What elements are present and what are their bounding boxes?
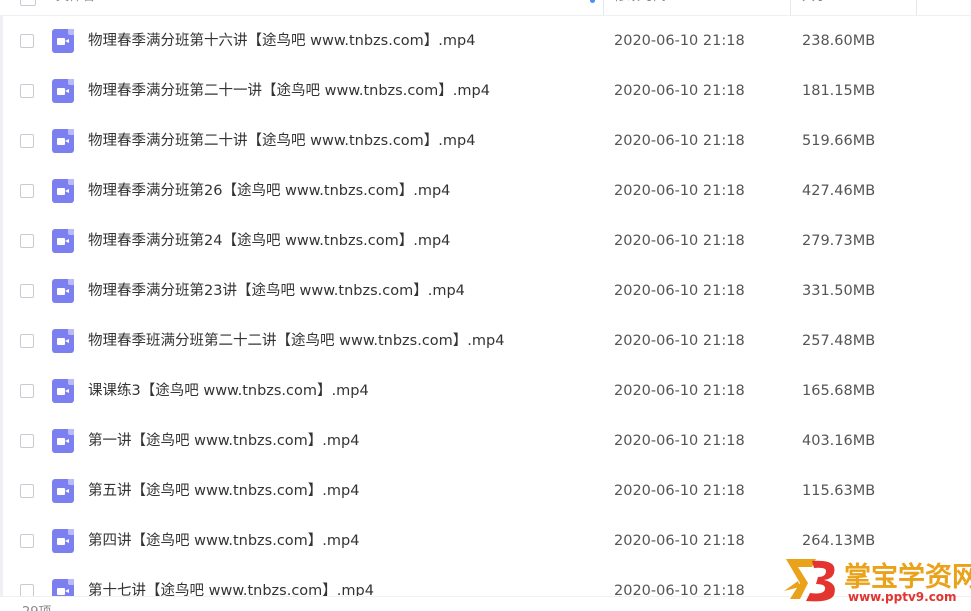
file-date: 2020-06-10 21:18	[614, 83, 745, 99]
file-size: 238.60MB	[802, 33, 876, 49]
file-size: 279.73MB	[802, 233, 876, 249]
file-size: 519.66MB	[802, 133, 876, 149]
file-name[interactable]: 物理春季满分班第26【途鸟吧 www.tnbzs.com】.mp4	[88, 182, 450, 200]
file-date: 2020-06-10 21:18	[614, 133, 745, 149]
file-rows: 物理春季满分班第十六讲【途鸟吧 www.tnbzs.com】.mp4 2020-0…	[0, 15, 971, 611]
row-checkbox[interactable]	[20, 34, 34, 48]
file-date: 2020-06-10 21:18	[614, 433, 745, 449]
file-size: 165.68MB	[802, 383, 876, 399]
file-name[interactable]: 第四讲【途鸟吧 www.tnbzs.com】.mp4	[88, 532, 359, 550]
video-file-icon	[52, 129, 74, 153]
file-size: 257.48MB	[802, 333, 876, 349]
file-row[interactable]: 第五讲【途鸟吧 www.tnbzs.com】.mp4 2020-06-10 21:…	[0, 465, 971, 515]
file-date: 2020-06-10 21:18	[614, 283, 745, 299]
file-row[interactable]: 物理春季满分班第二十讲【途鸟吧 www.tnbzs.com】.mp4 2020-0…	[0, 115, 971, 165]
file-size: 181.15MB	[802, 83, 876, 99]
row-checkbox[interactable]	[20, 234, 34, 248]
row-checkbox[interactable]	[20, 184, 34, 198]
video-file-icon	[52, 479, 74, 503]
select-all-checkbox[interactable]	[20, 0, 36, 6]
file-date: 2020-06-10 21:18	[614, 533, 745, 549]
watermark: 掌宝学资网 www.pptv9.com	[782, 553, 971, 609]
file-row[interactable]: 第一讲【途鸟吧 www.tnbzs.com】.mp4 2020-06-10 21:…	[0, 415, 971, 465]
video-file-icon	[52, 529, 74, 553]
file-date: 2020-06-10 21:18	[614, 233, 745, 249]
watermark-url: www.pptv9.com	[848, 590, 957, 604]
file-row[interactable]: 物理春季满分班第十六讲【途鸟吧 www.tnbzs.com】.mp4 2020-0…	[0, 15, 971, 65]
file-row[interactable]: 物理春季满分班第二十一讲【途鸟吧 www.tnbzs.com】.mp4 2020-…	[0, 65, 971, 115]
row-checkbox[interactable]	[20, 284, 34, 298]
file-name[interactable]: 第五讲【途鸟吧 www.tnbzs.com】.mp4	[88, 482, 359, 500]
file-row[interactable]: 物理春季满分班第26【途鸟吧 www.tnbzs.com】.mp4 2020-06…	[0, 165, 971, 215]
row-checkbox[interactable]	[20, 534, 34, 548]
column-header: 文件名 修改时间 大小	[0, 0, 971, 16]
file-name[interactable]: 物理春季满分班第十六讲【途鸟吧 www.tnbzs.com】.mp4	[88, 32, 475, 50]
file-name[interactable]: 物理春季满分班第24【途鸟吧 www.tnbzs.com】.mp4	[88, 232, 450, 250]
video-file-icon	[52, 429, 74, 453]
video-file-icon	[52, 179, 74, 203]
video-file-icon	[52, 229, 74, 253]
file-date: 2020-06-10 21:18	[614, 183, 745, 199]
video-file-icon	[52, 379, 74, 403]
watermark-logo-icon	[784, 559, 835, 602]
file-date: 2020-06-10 21:18	[614, 483, 745, 499]
file-name[interactable]: 课课练3【途鸟吧 www.tnbzs.com】.mp4	[88, 382, 369, 400]
video-file-icon	[52, 79, 74, 103]
watermark-title: 掌宝学资网	[844, 562, 971, 593]
file-size: 427.46MB	[802, 183, 876, 199]
file-row[interactable]: 物理春季满分班第23讲【途鸟吧 www.tnbzs.com】.mp4 2020-0…	[0, 265, 971, 315]
file-row[interactable]: 课课练3【途鸟吧 www.tnbzs.com】.mp4 2020-06-10 21…	[0, 365, 971, 415]
sort-indicator-icon	[590, 0, 595, 3]
file-size: 403.16MB	[802, 433, 876, 449]
item-count: 29项	[22, 601, 52, 611]
row-checkbox[interactable]	[20, 384, 34, 398]
file-size: 264.13MB	[802, 533, 876, 549]
file-name[interactable]: 物理春季满分班第二十一讲【途鸟吧 www.tnbzs.com】.mp4	[88, 82, 490, 100]
file-row[interactable]: 物理春季满分班第24【途鸟吧 www.tnbzs.com】.mp4 2020-06…	[0, 215, 971, 265]
row-checkbox[interactable]	[20, 84, 34, 98]
file-name[interactable]: 物理春季满分班第23讲【途鸟吧 www.tnbzs.com】.mp4	[88, 282, 465, 300]
row-checkbox[interactable]	[20, 134, 34, 148]
column-separator[interactable]	[790, 0, 791, 15]
file-name[interactable]: 物理春季班满分班第二十二讲【途鸟吧 www.tnbzs.com】.mp4	[88, 332, 504, 350]
file-date: 2020-06-10 21:18	[614, 333, 745, 349]
file-list-page: 文件名 修改时间 大小 物理春季满分班第十六讲【途鸟吧 www.tnbzs.co…	[0, 0, 971, 611]
video-file-icon	[52, 329, 74, 353]
date-column-header[interactable]: 修改时间	[614, 0, 666, 15]
file-name[interactable]: 第一讲【途鸟吧 www.tnbzs.com】.mp4	[88, 432, 359, 450]
size-column-header[interactable]: 大小	[802, 0, 828, 15]
video-file-icon	[52, 279, 74, 303]
column-separator[interactable]	[916, 0, 917, 15]
row-checkbox[interactable]	[20, 334, 34, 348]
column-separator[interactable]	[603, 0, 604, 15]
file-size: 331.50MB	[802, 283, 876, 299]
name-column-header[interactable]: 文件名	[56, 0, 95, 15]
file-date: 2020-06-10 21:18	[614, 383, 745, 399]
file-row[interactable]: 物理春季班满分班第二十二讲【途鸟吧 www.tnbzs.com】.mp4 2020…	[0, 315, 971, 365]
file-name[interactable]: 物理春季满分班第二十讲【途鸟吧 www.tnbzs.com】.mp4	[88, 132, 475, 150]
file-size: 115.63MB	[802, 483, 876, 499]
file-date: 2020-06-10 21:18	[614, 33, 745, 49]
video-file-icon	[52, 29, 74, 53]
row-checkbox[interactable]	[20, 484, 34, 498]
row-checkbox[interactable]	[20, 434, 34, 448]
